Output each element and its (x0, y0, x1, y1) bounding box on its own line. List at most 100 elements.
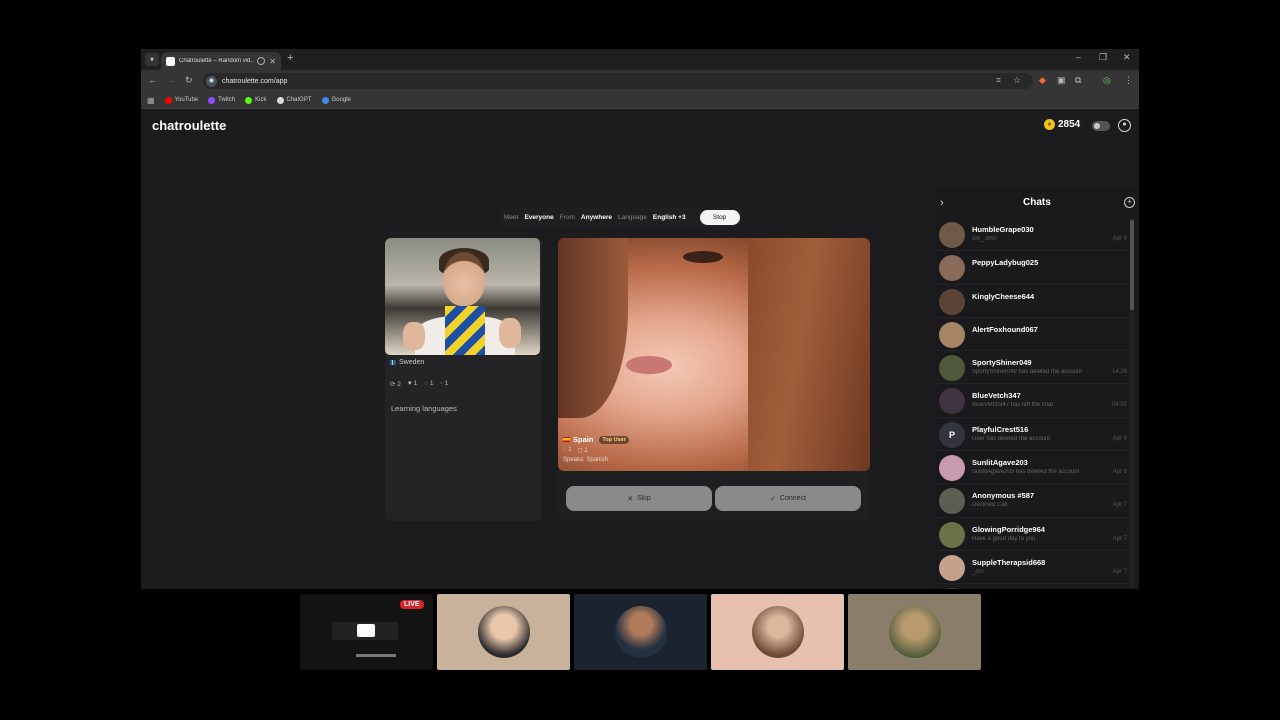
apps-grid-icon[interactable]: ▦ (147, 96, 155, 105)
window-close-icon[interactable]: ✕ (1123, 52, 1131, 63)
translate-icon[interactable]: ⌗ (996, 75, 1001, 86)
participant-tile-3[interactable] (711, 594, 844, 670)
chat-timestamp: Apr 8 (1112, 469, 1127, 476)
chat-timestamp: Apr 7 (1112, 568, 1127, 575)
chat-name: KinglyCheese644 (972, 291, 1035, 301)
kick-icon (245, 96, 253, 104)
chat-scroll-thumb[interactable] (1130, 220, 1134, 310)
self-thumb-right (499, 318, 521, 348)
connect-button[interactable]: ✓ Connect (715, 486, 861, 511)
chat-name: SunlitAgave203 (972, 458, 1028, 468)
chat-list-item[interactable]: SunlitAgave203 SunlitAgave203 has deleted… (935, 451, 1129, 485)
chats-sidebar: › Chats + HumbleGrape030 /////_ /////// Ap… (935, 188, 1139, 589)
bookmark-youtube[interactable]: YouTube (164, 96, 198, 104)
browser-toolbar: ← → ↻ ◉ chatroulette.com/app ⌗ ☆ ◆ ▣ ⧉ ◎… (141, 70, 1139, 92)
browser-tab[interactable]: Chatroulette – Random vid... ✕ (161, 52, 281, 70)
participant-tile-1[interactable] (437, 594, 570, 670)
from-select[interactable]: Anywhere (581, 214, 612, 221)
chatgpt-icon (276, 96, 284, 104)
skip-button[interactable]: ✕ Skip (566, 486, 712, 511)
chat-timestamp: Apr 7 (1112, 502, 1127, 509)
chatroulette-page: chatroulette ● 2854 ● Meet Everyone From… (141, 109, 1139, 589)
chat-last-message: SportyShiner049 has deleted the account (972, 369, 1083, 376)
peer-languages: Speaks: Spanish (563, 457, 609, 463)
chatroulette-favicon-icon (166, 56, 175, 66)
stat-gifts: ◦ 1 (440, 380, 449, 387)
chat-name: PeppyLadybug025 (972, 258, 1039, 268)
back-icon[interactable]: ← (148, 75, 157, 85)
theme-toggle[interactable] (1092, 121, 1110, 131)
url-text[interactable]: chatroulette.com/app (222, 78, 287, 85)
chat-list-item[interactable]: SportyShiner049 SportyShiner049 has delet… (935, 351, 1129, 385)
participant-avatar (478, 606, 530, 658)
chat-list-item[interactable]: HumbleGrape030 /////_ /////// Apr 9 (935, 218, 1129, 252)
twitch-icon (208, 96, 216, 104)
chat-name: SuppleTherapsid668 (972, 557, 1046, 567)
peer-eye (683, 251, 723, 263)
chat-avatar (939, 488, 965, 515)
close-tab-icon[interactable]: ✕ (269, 57, 276, 66)
extension-brave-icon[interactable]: ◆ (1039, 75, 1046, 86)
bookmark-google[interactable]: Google (321, 96, 351, 104)
spain-flag-icon (563, 437, 570, 442)
participant-screen-share[interactable]: LIVE (300, 594, 433, 670)
peer-stat-calls: ◌ 1 (563, 447, 572, 453)
peer-info: Spain Top User ◌ 1 ◻ 1 Speaks: Spanish (563, 435, 629, 463)
maximize-icon[interactable]: ❐ (1099, 52, 1107, 63)
skip-icon: ✕ (627, 495, 634, 503)
chat-list-item[interactable]: BlueVetch347 BlueVetch347 has left the ch… (935, 384, 1129, 418)
browser-menu-icon[interactable]: ⋮ (1124, 75, 1133, 86)
bookmark-kick[interactable]: Kick (245, 96, 267, 104)
self-country: Sweden (390, 359, 424, 366)
language-select[interactable]: English +3 (653, 214, 686, 221)
chat-list-item[interactable]: AlertFoxhound067 (935, 318, 1129, 352)
chat-list-item[interactable]: GlowingPorridge964 Have a good day to you… (935, 518, 1129, 551)
chat-avatar (939, 355, 965, 382)
chat-name: HumbleGrape030 (972, 225, 1034, 234)
chat-timestamp: 04:02 (1111, 402, 1127, 409)
chat-list-item[interactable]: HeadyEmbryo819Missed CallApr 7 (935, 584, 1129, 589)
top-user-badge: Top User (599, 435, 629, 444)
profile-icon[interactable]: ◎ (1103, 75, 1111, 86)
extensions-puzzle-icon[interactable]: ⧉ (1075, 75, 1081, 86)
chat-name: AlertFoxhound067 (972, 324, 1038, 334)
site-info-icon[interactable]: ◉ (206, 75, 217, 87)
chat-timestamp: Apr 9 (1112, 236, 1127, 242)
coin-balance[interactable]: ● 2854 (1044, 119, 1080, 130)
chat-list-item[interactable]: Anonymous #587 Declined Call Apr 7 (935, 484, 1129, 518)
reload-icon[interactable]: ↻ (185, 75, 193, 86)
minimize-icon[interactable]: – (1076, 52, 1081, 62)
chat-avatar (939, 588, 965, 589)
chat-list-item[interactable]: PeppyLadybug025 (935, 251, 1129, 285)
tab-search-icon[interactable]: ▾ (145, 53, 159, 66)
site-logo[interactable]: chatroulette (152, 118, 226, 133)
new-chat-icon[interactable]: + (1124, 197, 1135, 208)
collapse-chevron-icon[interactable]: › (940, 197, 944, 209)
sweden-flag-icon (390, 360, 396, 365)
participant-tile-2[interactable] (574, 594, 707, 670)
extension-icon[interactable]: ▣ (1057, 75, 1066, 86)
chat-list-item[interactable]: KinglyCheese644 (935, 285, 1129, 318)
audio-icon[interactable] (257, 57, 266, 65)
chat-name: Anonymous #587 (972, 491, 1035, 501)
new-tab-icon[interactable]: + (287, 52, 293, 64)
chat-last-message: /////_ /////// (972, 236, 998, 242)
chat-avatar (939, 255, 965, 282)
stat-messages: ◌ 1 (424, 380, 434, 387)
stop-button[interactable]: Stop (699, 210, 740, 225)
chat-scrollbar[interactable] (1130, 218, 1134, 588)
chat-list-item[interactable]: SuppleTherapsid668 _///// Apr 7 (935, 551, 1129, 585)
chat-timestamp: 14:26 (1111, 369, 1127, 376)
chat-avatar (939, 521, 965, 548)
participant-tile-4[interactable] (848, 594, 981, 670)
chat-list-item[interactable]: P PlayfulCrest516 User has deleted the acc… (935, 418, 1129, 452)
bookmark-chatgpt[interactable]: ChatGPT (276, 96, 312, 104)
check-icon: ✓ (770, 495, 776, 503)
chat-last-message: Have a good day to you (972, 535, 1036, 542)
bookmark-twitch[interactable]: Twitch (208, 96, 235, 104)
meet-select[interactable]: Everyone (524, 214, 553, 221)
forward-icon[interactable]: → (167, 75, 176, 85)
bookmark-star-icon[interactable]: ☆ (1013, 75, 1021, 86)
address-bar[interactable]: ◉ chatroulette.com/app (203, 73, 1033, 89)
account-icon[interactable]: ● (1118, 119, 1131, 132)
